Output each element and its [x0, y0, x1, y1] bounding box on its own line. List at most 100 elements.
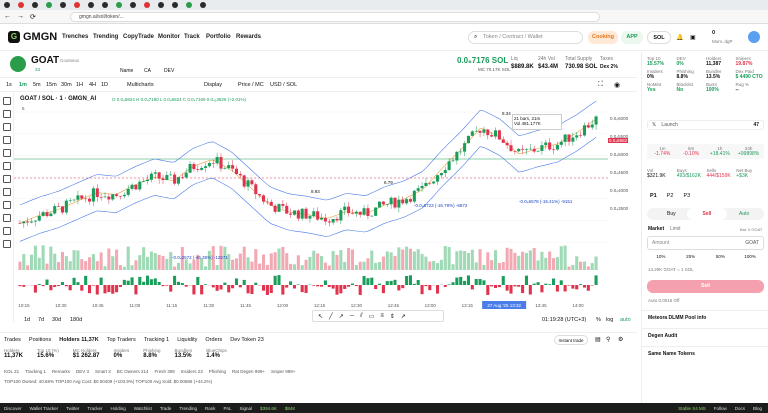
app-button[interactable]: APP	[621, 31, 643, 44]
display-button[interactable]: Display	[204, 82, 222, 88]
tab-positions[interactable]: Positions	[29, 337, 51, 343]
status-signal[interactable]: Signal	[240, 406, 253, 411]
range-1d[interactable]: 1d	[24, 317, 30, 323]
filter-icon[interactable]: ⚲	[606, 336, 610, 343]
preset-p1[interactable]: P1	[650, 193, 657, 199]
tab-favicon-icon[interactable]	[46, 2, 52, 8]
user-name[interactable]: Mom..dgP	[712, 39, 733, 44]
interval-1m[interactable]: 1m	[19, 82, 27, 88]
status-rank[interactable]: Rank	[205, 406, 216, 411]
cooking-button[interactable]: Cooking	[588, 31, 618, 44]
avatar[interactable]	[748, 31, 760, 43]
status-docs[interactable]: Docs	[735, 406, 745, 411]
multicharts-button[interactable]: Multicharts	[127, 82, 154, 88]
range-30d[interactable]: 30d	[52, 317, 61, 323]
nav-rewards[interactable]: Rewards	[236, 34, 261, 40]
perf-24h[interactable]: 24h +99898%	[735, 146, 762, 157]
price-mc-toggle[interactable]: Price / MC	[238, 82, 264, 88]
zoom-icon[interactable]	[3, 188, 11, 196]
usd-sol-toggle[interactable]: USD / SOL	[270, 82, 297, 88]
brush-icon[interactable]	[3, 136, 11, 144]
tab-favicon-icon[interactable]	[60, 2, 66, 8]
tab-favicon-icon[interactable]	[130, 2, 136, 8]
tab-liquidity[interactable]: Liquidity	[177, 337, 197, 343]
status-watchlist[interactable]: Watchlist	[134, 406, 152, 411]
preset-p3[interactable]: P3	[683, 193, 690, 199]
back-icon[interactable]: ←	[4, 13, 11, 20]
nav-trenches[interactable]: Trenches	[62, 34, 88, 40]
filter-remarks[interactable]: Remarks	[52, 369, 70, 374]
range-180d[interactable]: 180d	[70, 317, 82, 323]
trash-icon[interactable]	[3, 240, 11, 248]
tab-ca[interactable]: CA	[144, 68, 151, 74]
url-field[interactable]: gmgn.ai/sol/token/...	[70, 12, 600, 22]
nav-portfolio[interactable]: Portfolio	[206, 34, 231, 40]
pct-100[interactable]: 100%	[736, 254, 764, 259]
percent-toggle[interactable]: %	[596, 317, 601, 323]
log-toggle[interactable]: log	[606, 317, 613, 323]
lock-icon[interactable]	[3, 214, 11, 222]
order-market[interactable]: Market	[648, 226, 664, 232]
perf-5m[interactable]: 5m -0.10%	[678, 146, 705, 157]
interval-1h[interactable]: 1H	[76, 82, 83, 88]
sell-tab[interactable]: Sell	[687, 208, 727, 220]
forward-icon[interactable]: →	[17, 13, 24, 20]
perf-1m[interactable]: 1m -1.74%	[649, 146, 676, 157]
auto-toggle[interactable]: auto	[620, 317, 631, 323]
section-degen-audit[interactable]: Degen Audit	[642, 328, 768, 343]
tab-favicon-icon[interactable]	[158, 2, 164, 8]
interval-30m[interactable]: 30m	[61, 82, 72, 88]
camera-icon[interactable]: ◉	[614, 81, 620, 89]
trendline-icon[interactable]	[3, 110, 11, 118]
tab-favicon-icon[interactable]	[102, 2, 108, 8]
filter-dev[interactable]: DEV 3	[76, 369, 89, 374]
status-trending[interactable]: Trending	[179, 406, 197, 411]
status-discover[interactable]: Discover	[4, 406, 22, 411]
filter-bc-owners[interactable]: BC Owners 214	[117, 369, 149, 374]
interval-1d[interactable]: 1D	[101, 82, 108, 88]
preset-p2[interactable]: P2	[667, 193, 674, 199]
reload-icon[interactable]: ⟳	[30, 13, 36, 21]
section-same-name[interactable]: Same Name Tokens	[642, 346, 768, 361]
tab-dev[interactable]: DEV	[164, 68, 174, 74]
tab-favicon-icon[interactable]	[172, 2, 178, 8]
tab-tracking[interactable]: Tracking 1	[144, 337, 169, 343]
tab-trades[interactable]: Trades	[4, 337, 21, 343]
status-wallet-tracker[interactable]: Wallet Tracker	[30, 406, 59, 411]
tab-favicon-icon[interactable]	[116, 2, 122, 8]
nav-trending[interactable]: Trending	[93, 34, 118, 40]
filter-tracking[interactable]: Tracking 1	[25, 369, 46, 374]
filter-kol[interactable]: KOL 21	[4, 369, 19, 374]
tab-name[interactable]: Name	[120, 68, 133, 74]
settings-icon[interactable]: ⚙	[618, 336, 623, 343]
buy-tab[interactable]: Buy	[667, 211, 676, 217]
pattern-icon[interactable]	[3, 162, 11, 170]
sell-submit-button[interactable]: Sell	[647, 280, 764, 293]
interval-5m[interactable]: 5m	[33, 82, 41, 88]
filter-sniper[interactable]: Sniper 999+	[271, 369, 295, 374]
filter-smart[interactable]: Smart 3	[95, 369, 111, 374]
interval-4h[interactable]: 4H	[89, 82, 96, 88]
range-7d[interactable]: 7d	[38, 317, 44, 323]
amount-input[interactable]: Amount GOAT	[647, 236, 764, 250]
filter-rat-degen[interactable]: Rat Degen 999+	[232, 369, 265, 374]
tab-dev-token[interactable]: Dev Token 23	[230, 337, 264, 343]
tab-holders[interactable]: Holders 11,37K	[59, 337, 98, 343]
price-scale[interactable]: 0.0₄6000 0.0₄5500 0.0₄5000 0.0₄4500 0.0₄…	[608, 92, 637, 310]
tab-favicon-icon[interactable]	[144, 2, 150, 8]
interval-1s[interactable]: 1s	[6, 82, 12, 88]
perf-1h[interactable]: 1h +18.41%	[707, 146, 734, 157]
fib-icon[interactable]	[3, 123, 11, 131]
status-holding[interactable]: Holding	[110, 406, 125, 411]
tab-favicon-icon[interactable]	[186, 2, 192, 8]
measure-icon[interactable]	[3, 175, 11, 183]
crosshair-icon[interactable]	[3, 97, 11, 105]
chain-select[interactable]: SOL	[647, 31, 671, 44]
fullscreen-icon[interactable]: ⛶	[598, 81, 603, 89]
status-pnl[interactable]: PnL	[224, 406, 232, 411]
search-input[interactable]: Token / Contract / Wallet	[468, 31, 583, 44]
magnet-icon[interactable]	[3, 201, 11, 209]
instant-trade-button[interactable]: Instant trade	[554, 335, 588, 345]
interval-15m[interactable]: 15m	[46, 82, 57, 88]
pct-25[interactable]: 25%	[677, 254, 705, 259]
